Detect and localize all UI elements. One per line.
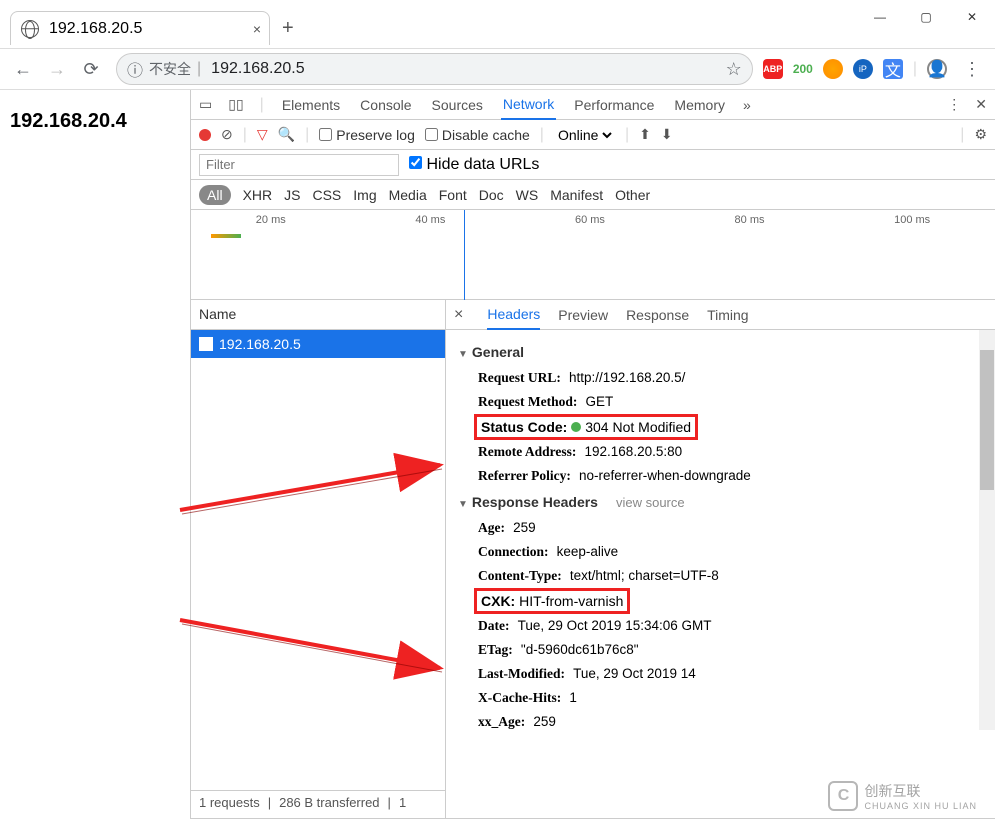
bookmark-icon[interactable]: ☆: [726, 59, 742, 80]
tab-title: 192.168.20.5: [49, 20, 142, 38]
reload-button[interactable]: ⟳: [76, 54, 106, 84]
network-toolbar: ⊘ | ▽ 🔍 | Preserve log Disable cache | O…: [191, 120, 995, 150]
scrollbar[interactable]: [979, 330, 995, 730]
tab-sources[interactable]: Sources: [430, 97, 485, 113]
download-icon[interactable]: ⬇: [661, 126, 673, 143]
record-button[interactable]: [199, 129, 211, 141]
security-warning: 不安全: [149, 59, 191, 79]
tab-elements[interactable]: Elements: [280, 97, 342, 113]
timeline-bar: [211, 234, 241, 238]
type-all[interactable]: All: [199, 185, 231, 205]
page-content: 192.168.20.4: [0, 90, 190, 819]
maximize-button[interactable]: ▢: [903, 0, 949, 34]
type-xhr[interactable]: XHR: [243, 187, 273, 203]
close-window-button[interactable]: ✕: [949, 0, 995, 34]
more-tabs-icon[interactable]: »: [743, 97, 751, 113]
type-img[interactable]: Img: [353, 187, 376, 203]
headers-content: General Request URL: http://192.168.20.5…: [446, 330, 995, 818]
type-media[interactable]: Media: [389, 187, 427, 203]
general-section[interactable]: General: [450, 338, 995, 366]
devtools-panel: ▭ ▯▯ | Elements Console Sources Network …: [190, 90, 995, 819]
inspect-icon[interactable]: ▭: [199, 96, 212, 113]
address-bar-row: ← → ⟳ ⓘ 不安全 | 192.168.20.5 ☆ ABP 200 iP …: [0, 48, 995, 90]
watermark: C 创新互联CHUANG XIN HU LIAN: [828, 781, 977, 811]
tab-memory[interactable]: Memory: [672, 97, 727, 113]
search-icon[interactable]: 🔍: [278, 126, 295, 143]
close-detail-icon[interactable]: ×: [454, 306, 463, 324]
url-text: 192.168.20.5: [211, 60, 304, 78]
page-body-text: 192.168.20.4: [10, 110, 180, 133]
browser-tab[interactable]: 192.168.20.5 ×: [10, 11, 270, 45]
profile-icon[interactable]: 👤: [927, 59, 947, 79]
disable-cache-checkbox[interactable]: Disable cache: [425, 127, 530, 143]
name-column-header[interactable]: Name: [191, 300, 445, 330]
filter-input[interactable]: [199, 154, 399, 176]
clear-button[interactable]: ⊘: [221, 126, 233, 143]
menu-icon[interactable]: ⋮: [957, 54, 987, 84]
response-headers-section[interactable]: Response Headersview source: [450, 488, 995, 516]
adblock-icon[interactable]: ABP: [763, 59, 783, 79]
site-info-icon[interactable]: ⓘ: [127, 57, 143, 81]
address-bar[interactable]: ⓘ 不安全 | 192.168.20.5 ☆: [116, 53, 753, 85]
devtools-close-icon[interactable]: ✕: [975, 96, 987, 113]
browser-tabs-row: 192.168.20.5 × + — ▢ ✕: [0, 8, 995, 48]
forward-button[interactable]: →: [42, 54, 72, 84]
type-doc[interactable]: Doc: [479, 187, 504, 203]
tab-console[interactable]: Console: [358, 97, 413, 113]
filter-types: All XHR JS CSS Img Media Font Doc WS Man…: [191, 180, 995, 210]
tab-network[interactable]: Network: [501, 90, 556, 120]
type-css[interactable]: CSS: [312, 187, 341, 203]
filter-icon[interactable]: ▽: [257, 126, 268, 143]
devtools-menu-icon[interactable]: ⋮: [947, 96, 961, 113]
translate-icon[interactable]: 文: [883, 59, 903, 79]
cxk-header-highlight: CXK: HIT-from-varnish: [474, 588, 630, 614]
devtools-tabs: ▭ ▯▯ | Elements Console Sources Network …: [191, 90, 995, 120]
preserve-log-checkbox[interactable]: Preserve log: [319, 127, 415, 143]
status-dot-icon: [571, 422, 581, 432]
close-tab-icon[interactable]: ×: [253, 21, 261, 37]
document-icon: [199, 337, 213, 351]
type-font[interactable]: Font: [439, 187, 467, 203]
upload-icon[interactable]: ⬆: [639, 126, 651, 143]
request-detail-panel: × Headers Preview Response Timing Genera…: [446, 300, 995, 818]
back-button[interactable]: ←: [8, 54, 38, 84]
detail-tab-preview[interactable]: Preview: [558, 307, 608, 323]
type-manifest[interactable]: Manifest: [550, 187, 603, 203]
request-row[interactable]: 192.168.20.5: [191, 330, 445, 358]
type-other[interactable]: Other: [615, 187, 650, 203]
throttling-select[interactable]: Online: [554, 126, 615, 144]
new-tab-button[interactable]: +: [282, 17, 294, 40]
network-timeline[interactable]: 20 ms 40 ms 60 ms 80 ms 100 ms: [191, 210, 995, 300]
device-toggle-icon[interactable]: ▯▯: [228, 96, 243, 113]
timeline-cursor: [464, 210, 465, 300]
request-list: Name 192.168.20.5 1 requests | 286 B tra…: [191, 300, 446, 818]
tab-performance[interactable]: Performance: [572, 97, 656, 113]
type-ws[interactable]: WS: [516, 187, 539, 203]
ip-icon[interactable]: iP: [853, 59, 873, 79]
globe-icon: [21, 20, 39, 38]
status-code-highlight: Status Code: 304 Not Modified: [474, 414, 698, 440]
avast-icon[interactable]: [823, 59, 843, 79]
detail-tab-headers[interactable]: Headers: [487, 300, 540, 330]
filter-row: Hide data URLs: [191, 150, 995, 180]
request-footer: 1 requests | 286 B transferred | 1: [191, 790, 445, 818]
hide-data-urls-checkbox[interactable]: Hide data URLs: [409, 156, 539, 174]
minimize-button[interactable]: —: [857, 0, 903, 34]
extension-counter: 200: [793, 62, 813, 76]
settings-icon[interactable]: ⚙: [974, 126, 987, 143]
type-js[interactable]: JS: [284, 187, 300, 203]
detail-tab-response[interactable]: Response: [626, 307, 689, 323]
detail-tab-timing[interactable]: Timing: [707, 307, 749, 323]
